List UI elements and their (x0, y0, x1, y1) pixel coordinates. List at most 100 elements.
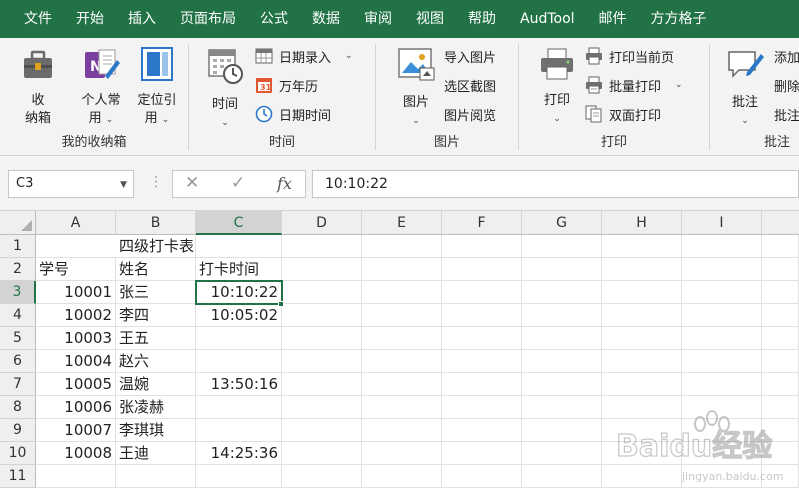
cell-d11[interactable] (282, 465, 362, 488)
cell-i3[interactable] (682, 281, 762, 304)
cell-d2[interactable] (282, 258, 362, 281)
cell-g9[interactable] (522, 419, 602, 442)
chevron-down-icon[interactable]: ▼ (120, 180, 127, 190)
cell-i6[interactable] (682, 350, 762, 373)
cell-a6[interactable]: 10004 (36, 350, 116, 373)
cell-h7[interactable] (602, 373, 682, 396)
cell-g7[interactable] (522, 373, 602, 396)
row-header-10[interactable]: 10 (0, 442, 36, 465)
cell-d5[interactable] (282, 327, 362, 350)
cell-h1[interactable] (602, 235, 682, 258)
menu-insert[interactable]: 插入 (116, 0, 168, 38)
cell-f4[interactable] (442, 304, 522, 327)
menu-view[interactable]: 视图 (404, 0, 456, 38)
cell-c4[interactable]: 10:05:02 (196, 304, 282, 327)
selection-capture-button[interactable]: 选区截图 (444, 73, 496, 97)
row-header-1[interactable]: 1 (0, 235, 36, 258)
cell-f7[interactable] (442, 373, 522, 396)
cell-c10[interactable]: 14:25:36 (196, 442, 282, 465)
insert-function-icon[interactable]: fx (277, 174, 292, 193)
menu-home[interactable]: 开始 (64, 0, 116, 38)
cell-b3[interactable]: 张三 (116, 281, 196, 304)
picture-button[interactable]: 图片 ⌄ (392, 46, 440, 130)
cell-d6[interactable] (282, 350, 362, 373)
cell-j3[interactable] (762, 281, 799, 304)
cell-a1[interactable] (36, 235, 116, 258)
cell-b5[interactable]: 王五 (116, 327, 196, 350)
cell-f6[interactable] (442, 350, 522, 373)
cell-f1[interactable] (442, 235, 522, 258)
cell-c3[interactable]: 10:10:22 (196, 281, 282, 304)
cell-h6[interactable] (602, 350, 682, 373)
cell-g4[interactable] (522, 304, 602, 327)
cell-c2[interactable]: 打卡时间 (196, 258, 282, 281)
cell-c11[interactable] (196, 465, 282, 488)
cell-i5[interactable] (682, 327, 762, 350)
column-header-c[interactable]: C (196, 211, 282, 235)
cell-j5[interactable] (762, 327, 799, 350)
cell-e3[interactable] (362, 281, 442, 304)
menu-mail[interactable]: 邮件 (587, 0, 639, 38)
cell-b8[interactable]: 张凌赫 (116, 396, 196, 419)
locate-reference-button[interactable]: 定位引 用 ⌄ (130, 46, 184, 129)
picture-browse-button[interactable]: 图片阅览 (444, 102, 496, 126)
cell-g10[interactable] (522, 442, 602, 465)
column-header-j[interactable] (762, 211, 799, 235)
cell-g1[interactable] (522, 235, 602, 258)
cell-c8[interactable] (196, 396, 282, 419)
menu-audtool[interactable]: AudTool (508, 0, 587, 38)
cell-i7[interactable] (682, 373, 762, 396)
cell-b1[interactable]: 四级打卡表 (116, 235, 196, 258)
column-header-h[interactable]: H (602, 211, 682, 235)
cell-a9[interactable]: 10007 (36, 419, 116, 442)
batch-comment-button[interactable]: 批注 (774, 102, 799, 126)
time-button[interactable]: 时间 ⌄ (203, 46, 247, 132)
cell-d7[interactable] (282, 373, 362, 396)
cell-d8[interactable] (282, 396, 362, 419)
cell-h4[interactable] (602, 304, 682, 327)
print-current-page-button[interactable]: 打印当前页 (585, 44, 674, 68)
cell-c7[interactable]: 13:50:16 (196, 373, 282, 396)
cell-f11[interactable] (442, 465, 522, 488)
menu-file[interactable]: 文件 (0, 0, 64, 38)
cell-e9[interactable] (362, 419, 442, 442)
cell-e5[interactable] (362, 327, 442, 350)
cell-c5[interactable] (196, 327, 282, 350)
cell-e2[interactable] (362, 258, 442, 281)
cell-b9[interactable]: 李琪琪 (116, 419, 196, 442)
cell-f3[interactable] (442, 281, 522, 304)
cell-e1[interactable] (362, 235, 442, 258)
cell-e6[interactable] (362, 350, 442, 373)
cell-h2[interactable] (602, 258, 682, 281)
cell-e8[interactable] (362, 396, 442, 419)
cell-b11[interactable] (116, 465, 196, 488)
cell-f8[interactable] (442, 396, 522, 419)
cell-d1[interactable] (282, 235, 362, 258)
cell-i1[interactable] (682, 235, 762, 258)
name-box[interactable]: C3 ▼ (8, 170, 134, 198)
row-header-4[interactable]: 4 (0, 304, 36, 327)
column-header-d[interactable]: D (282, 211, 362, 235)
cell-b6[interactable]: 赵六 (116, 350, 196, 373)
row-header-8[interactable]: 8 (0, 396, 36, 419)
cell-a11[interactable] (36, 465, 116, 488)
row-header-9[interactable]: 9 (0, 419, 36, 442)
menu-help[interactable]: 帮助 (456, 0, 508, 38)
cell-b4[interactable]: 李四 (116, 304, 196, 327)
cell-j2[interactable] (762, 258, 799, 281)
menu-formulas[interactable]: 公式 (248, 0, 300, 38)
cell-g3[interactable] (522, 281, 602, 304)
row-header-2[interactable]: 2 (0, 258, 36, 281)
cell-c9[interactable] (196, 419, 282, 442)
cell-f10[interactable] (442, 442, 522, 465)
cell-a5[interactable]: 10003 (36, 327, 116, 350)
cell-b7[interactable]: 温婉 (116, 373, 196, 396)
cell-a4[interactable]: 10002 (36, 304, 116, 327)
menu-fangfanggezi[interactable]: 方方格子 (639, 0, 719, 38)
batch-print-button[interactable]: 批量打印 ⌄ (585, 73, 683, 97)
cell-h5[interactable] (602, 327, 682, 350)
row-header-11[interactable]: 11 (0, 465, 36, 488)
cell-f5[interactable] (442, 327, 522, 350)
cell-g8[interactable] (522, 396, 602, 419)
comment-button[interactable]: 批注 ⌄ (722, 46, 768, 130)
